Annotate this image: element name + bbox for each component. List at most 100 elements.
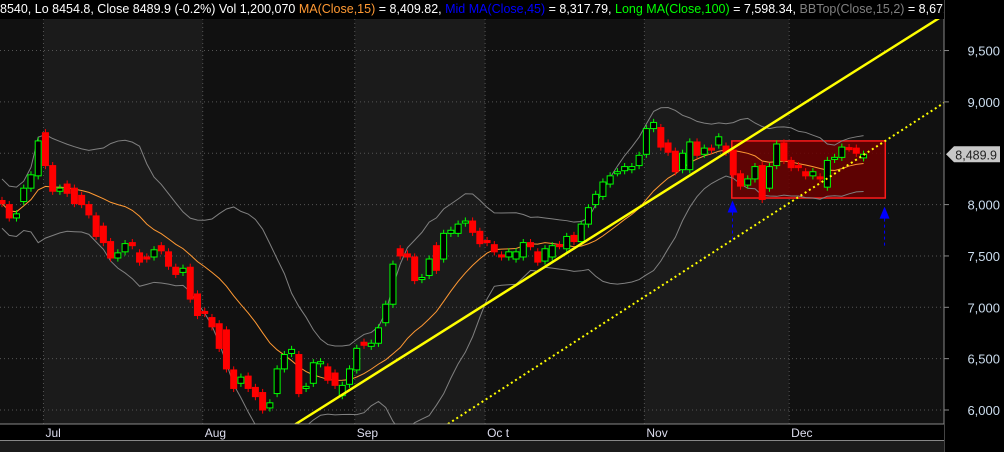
candle-body xyxy=(476,230,484,245)
candle-body xyxy=(288,348,296,355)
candle-body xyxy=(613,171,621,175)
candle xyxy=(823,156,831,191)
candle-body xyxy=(244,375,252,389)
candle-body xyxy=(432,245,440,271)
candle-body xyxy=(548,245,556,258)
y-tick-label: 7,000 xyxy=(967,300,1000,315)
y-tick-label: 9,500 xyxy=(967,44,1000,59)
candle-body xyxy=(78,194,86,206)
candle-body xyxy=(266,402,274,409)
month-label: Sep xyxy=(357,426,379,440)
candle xyxy=(440,229,448,263)
candle-body xyxy=(628,166,636,171)
candle-body xyxy=(143,256,151,260)
price-chart[interactable]: 6,000 6,500 7,000 7,500 8,000 9,000 9,500 8,489… xyxy=(0,0,1004,452)
candle xyxy=(382,300,390,327)
candle-body xyxy=(172,266,180,275)
candle-body xyxy=(346,368,354,385)
candle-body xyxy=(729,149,737,176)
y-tick-label: 8,000 xyxy=(967,198,1000,213)
candle xyxy=(295,350,303,398)
candle-body xyxy=(498,254,506,258)
candle-body xyxy=(570,234,578,243)
candle xyxy=(346,365,354,388)
candle-body xyxy=(447,229,455,234)
candle-body xyxy=(809,171,817,177)
candle-body xyxy=(679,152,687,171)
candle-body xyxy=(49,165,57,192)
candle xyxy=(309,359,317,387)
candle-body xyxy=(107,241,115,259)
candle xyxy=(642,125,650,158)
candle-body xyxy=(780,142,788,161)
candle-body xyxy=(56,187,64,192)
candle-body xyxy=(490,244,498,253)
candle-body xyxy=(215,323,223,349)
candle-body xyxy=(150,249,158,258)
candle-body xyxy=(186,266,194,300)
candle-body xyxy=(664,142,672,153)
candle xyxy=(41,129,49,170)
candle-body xyxy=(20,187,28,203)
candle xyxy=(99,222,107,247)
candle xyxy=(273,365,281,398)
candle-body xyxy=(34,140,42,177)
chart-window: 8540, Lo 8454.8, Close 8489.9 (-0.2%) Vo… xyxy=(0,0,1004,452)
candle xyxy=(599,178,607,200)
month-band xyxy=(644,19,790,424)
long-ma-value: = 7,598.34, xyxy=(729,2,800,16)
candle xyxy=(107,237,115,262)
candle-body xyxy=(0,199,6,205)
price-axis xyxy=(944,19,1004,452)
candle xyxy=(193,290,201,320)
candle-body xyxy=(787,159,795,169)
candle-body xyxy=(527,242,535,248)
candle-body xyxy=(708,147,716,151)
candle xyxy=(432,242,440,274)
candle-body xyxy=(273,368,281,395)
legend-header: 8540, Lo 8454.8, Close 8489.9 (-0.2%) Vo… xyxy=(0,0,944,19)
candle-body xyxy=(201,310,209,314)
candle-body xyxy=(63,183,71,194)
candle-body xyxy=(425,258,433,276)
candle-body xyxy=(374,327,382,344)
candle-body xyxy=(92,215,100,237)
candle-body xyxy=(845,147,853,151)
candle-body xyxy=(838,146,846,158)
candle-body xyxy=(751,166,759,180)
candle-body xyxy=(157,245,165,252)
candle-body xyxy=(816,176,824,180)
candle-body xyxy=(165,251,173,267)
candle-body xyxy=(360,341,368,346)
candle-body xyxy=(230,369,238,389)
candle-body xyxy=(671,150,679,173)
candle-body xyxy=(802,171,810,177)
candle xyxy=(389,260,397,308)
candle-body xyxy=(99,225,107,244)
candle-body xyxy=(715,136,723,146)
candle-body xyxy=(179,267,187,273)
month-label: Nov xyxy=(646,426,667,440)
candle xyxy=(280,350,288,373)
candle xyxy=(780,139,788,165)
candle-body xyxy=(193,293,201,317)
candle-body xyxy=(483,240,491,244)
candle-body xyxy=(773,143,781,167)
y-tick-label: 6,500 xyxy=(967,352,1000,367)
candle-body xyxy=(222,329,230,370)
candle-body xyxy=(650,121,658,130)
candle-body xyxy=(563,235,571,250)
candle-body xyxy=(736,173,744,187)
candle-body xyxy=(208,317,216,328)
candle xyxy=(374,324,382,347)
candle xyxy=(353,344,361,374)
candle xyxy=(222,326,230,373)
candle-body xyxy=(367,342,375,347)
candle-body xyxy=(454,223,462,234)
candle-body xyxy=(505,251,513,258)
candle xyxy=(729,146,737,179)
candle xyxy=(186,263,194,303)
candle-body xyxy=(259,392,267,411)
candle-body xyxy=(411,256,419,282)
candle xyxy=(34,137,42,180)
